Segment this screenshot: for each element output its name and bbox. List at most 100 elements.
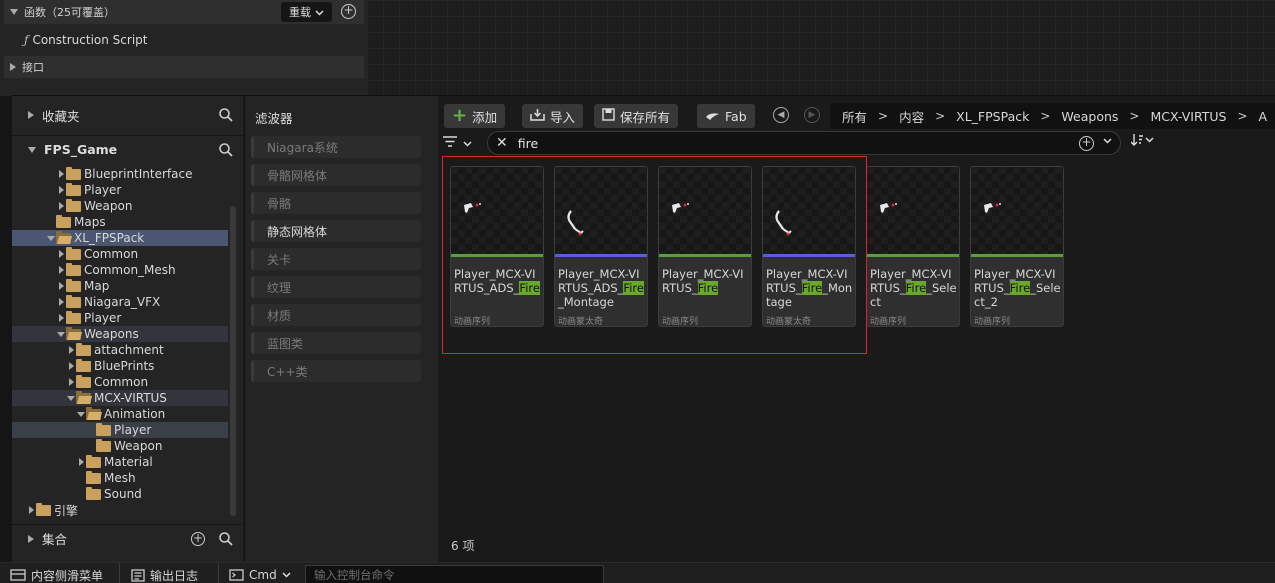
breadcrumb-segment[interactable]: Weapons [1061,109,1118,124]
tree-folder-item[interactable]: Maps [12,214,228,230]
sort-dropdown[interactable] [1130,134,1155,149]
add-function-icon[interactable]: + [341,4,356,19]
filter-item[interactable]: 蓝图类 [251,332,421,354]
expand-arrow-icon[interactable] [56,182,66,198]
tree-folder-item[interactable]: 引擎 [12,502,228,518]
expand-arrow-icon[interactable] [66,358,76,374]
tree-folder-item[interactable]: Material [12,454,228,470]
expand-arrow-icon[interactable] [66,342,76,358]
tree-folder-item[interactable]: Mesh [12,470,228,486]
breadcrumb-segment[interactable]: 内容 [899,107,924,126]
project-header[interactable]: FPS_Game [12,135,243,163]
tree-folder-item[interactable]: attachment [12,342,228,358]
asset-tile[interactable]: Player_MCX-VIRTUS_Fire_Select 动画序列 [866,166,960,327]
construction-script-item[interactable]: ƒ Construction Script [4,28,364,52]
filter-item[interactable]: 材质 [251,304,421,326]
forward-arrow-icon[interactable]: ▶ [804,107,820,123]
collections-header[interactable]: 集合 + [12,524,243,552]
expand-arrow-icon[interactable] [76,486,86,502]
expand-arrow-icon[interactable] [86,422,96,438]
clear-search-icon[interactable]: ✕ [496,135,508,151]
expand-arrow-icon[interactable] [56,310,66,326]
search-icon[interactable] [219,143,233,157]
tree-folder-item[interactable]: Player [12,182,228,198]
collapse-arrow-icon[interactable] [56,326,66,342]
tree-folder-item[interactable]: Map [12,278,228,294]
breadcrumb-segment[interactable]: MCX-VIRTUS [1150,109,1226,124]
expand-arrow-icon[interactable] [76,454,86,470]
expand-arrow-icon[interactable] [56,198,66,214]
tree-folder-item[interactable]: MCX-VIRTUS [12,390,228,406]
tree-folder-item[interactable]: Player [12,422,228,438]
interface-section-header[interactable]: 接口 [4,56,364,78]
filter-item[interactable]: 骨骼 [251,192,421,214]
add-button[interactable]: + 添加 [444,104,506,128]
filter-item[interactable]: 静态网格体 [251,220,421,242]
add-collection-icon[interactable]: + [191,532,205,546]
tree-folder-item[interactable]: Common [12,246,228,262]
tree-folder-item[interactable]: Animation [12,406,228,422]
expand-arrow-icon[interactable] [56,262,66,278]
breadcrumb-separator-icon[interactable]: > [1129,109,1139,123]
breadcrumb-segment[interactable]: 所有 [842,107,867,126]
functions-section-header[interactable]: 函数（25可覆盖） 重载 + [4,0,364,24]
expand-arrow-icon[interactable] [56,294,66,310]
chevron-down-icon[interactable] [1103,136,1112,147]
folder-icon [96,422,111,436]
breadcrumb-separator-icon[interactable]: > [935,109,945,123]
collapse-arrow-icon[interactable] [46,230,56,246]
output-log-button[interactable]: 输出日志 [131,566,198,583]
filter-item[interactable]: 关卡 [251,248,421,270]
tree-folder-label: Map [84,279,110,293]
tree-folder-item[interactable]: Weapons [12,326,228,342]
console-command-input[interactable]: 输入控制台命令 [305,565,604,583]
asset-search-input[interactable]: ✕ fire + [487,131,1121,155]
filter-item[interactable]: 纹理 [251,276,421,298]
filter-icon [443,136,457,150]
tree-folder-item[interactable]: Weapon [12,198,228,214]
filter-item[interactable]: C++类 [251,360,421,382]
expand-arrow-icon[interactable] [56,166,66,182]
search-icon[interactable] [219,532,233,546]
breadcrumb-separator-icon[interactable]: > [1237,109,1247,123]
tree-folder-item[interactable]: Weapon [12,438,228,454]
add-filter-icon[interactable]: + [1079,136,1094,151]
expand-arrow-icon[interactable] [66,374,76,390]
expand-arrow-icon[interactable] [56,278,66,294]
fab-button[interactable]: Fab [697,104,755,128]
breadcrumb-segment[interactable]: XL_FPSPack [956,109,1029,124]
expand-arrow-icon[interactable] [76,470,86,486]
expand-arrow-icon[interactable] [86,438,96,454]
expand-arrow-icon[interactable] [26,502,36,518]
tree-folder-item[interactable]: Player [12,310,228,326]
collapse-arrow-icon[interactable] [66,390,76,406]
expand-arrow-icon[interactable] [46,214,56,230]
expand-arrow-icon[interactable] [56,246,66,262]
breadcrumb-separator-icon[interactable]: > [878,109,888,123]
breadcrumb-separator-icon[interactable]: > [1040,109,1050,123]
back-arrow-icon[interactable]: ◀ [773,107,789,123]
tree-folder-item[interactable]: Common_Mesh [12,262,228,278]
tree-folder-item[interactable]: Common [12,374,228,390]
asset-tile[interactable]: Player_MCX-VIRTUS_Fire_Select_2 动画序列 [970,166,1064,327]
content-drawer-button[interactable]: 内容侧滑菜单 [10,566,103,583]
tree-folder-item[interactable]: XL_FPSPack [12,230,228,246]
tree-folder-item[interactable]: Sound [12,486,228,502]
import-button[interactable]: 导入 [522,104,584,128]
tree-folder-label: Common [84,247,139,261]
override-dropdown[interactable]: 重载 [281,2,332,22]
save-all-button[interactable]: 保存所有 [594,104,679,128]
filter-item[interactable]: 骨骼网格体 [251,164,421,186]
filter-dropdown[interactable] [443,133,479,153]
breadcrumb-segment[interactable]: A [1259,109,1268,124]
filter-item[interactable]: Niagara系统 [251,136,421,158]
favorites-header[interactable]: 收藏夹 [12,101,243,129]
tree-folder-item[interactable]: Niagara_VFX [12,294,228,310]
tree-folder-item[interactable]: BlueprintInterface [12,166,228,182]
graph-canvas[interactable] [367,0,1275,96]
cmd-dropdown[interactable]: Cmd [229,566,291,583]
tree-scrollbar[interactable] [230,206,236,516]
search-icon[interactable] [219,108,233,122]
tree-folder-item[interactable]: BluePrints [12,358,228,374]
collapse-arrow-icon[interactable] [76,406,86,422]
